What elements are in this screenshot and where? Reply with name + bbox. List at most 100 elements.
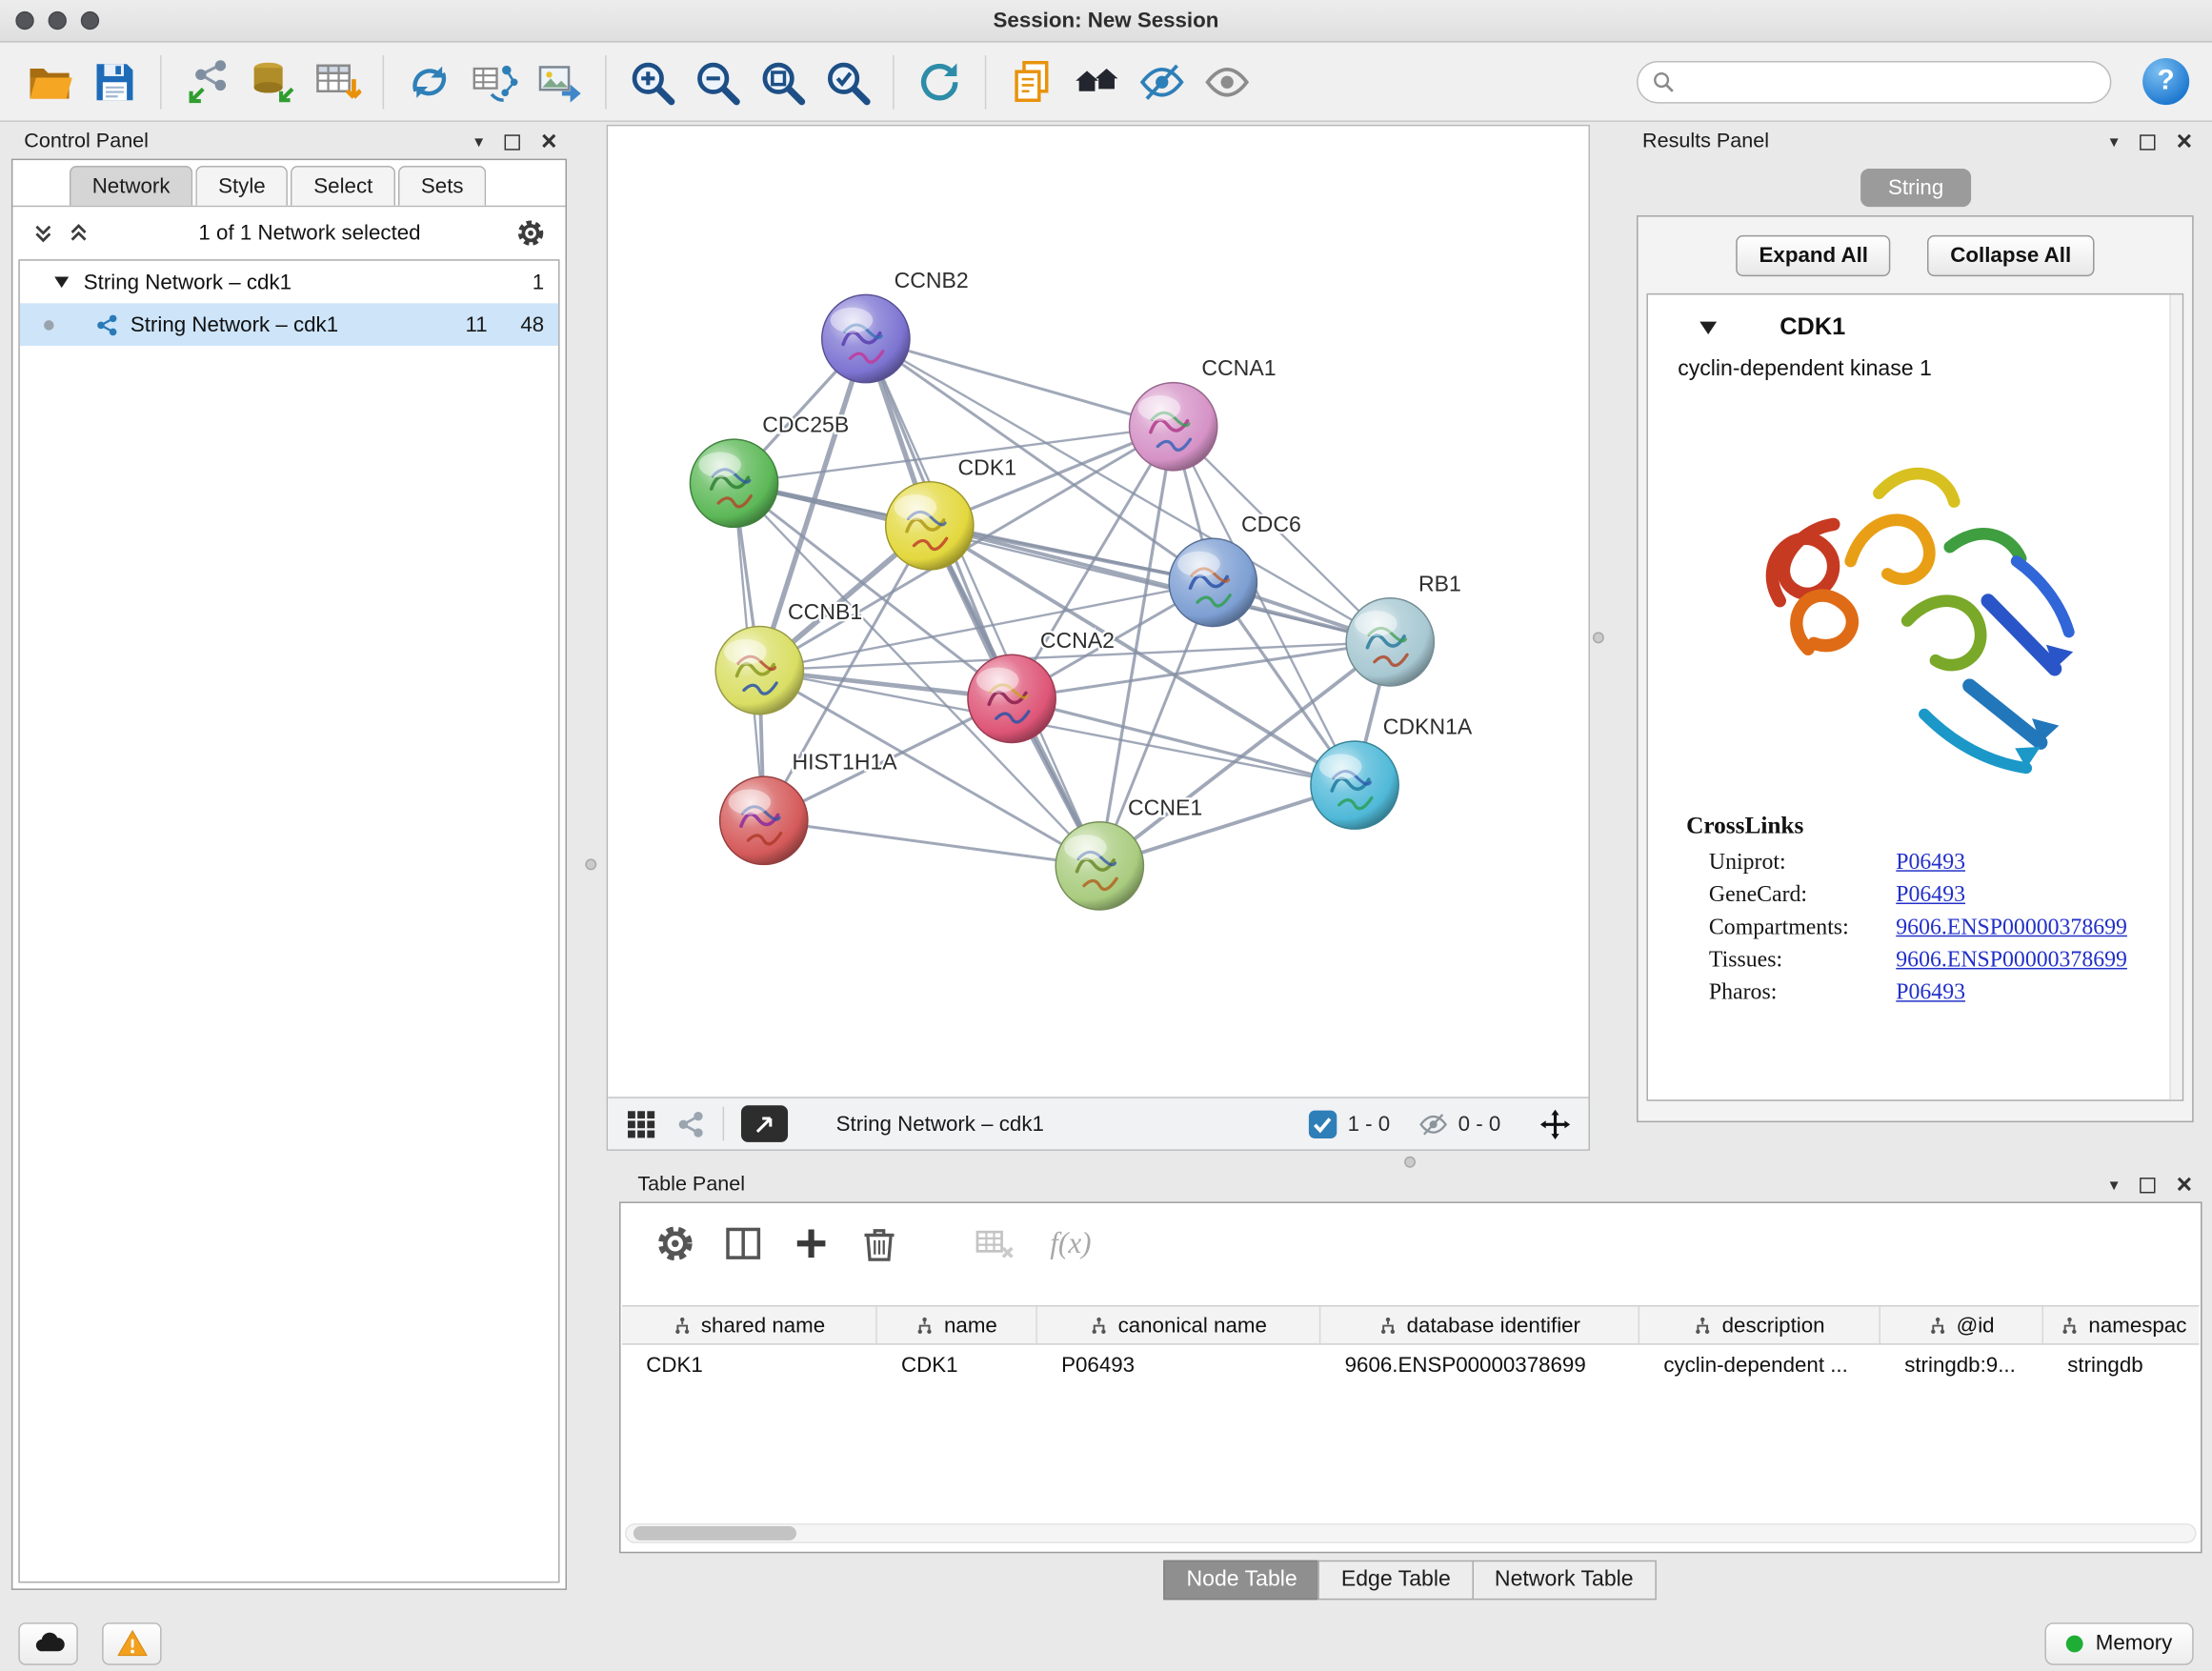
collapse-section-icon[interactable]: [1699, 319, 1718, 334]
edge-CCNB2-CCNA1[interactable]: [866, 339, 1174, 427]
panel-close-icon[interactable]: ×: [2177, 1171, 2193, 1198]
search-input[interactable]: [1685, 70, 2096, 93]
expand-all-networks-icon[interactable]: [68, 222, 89, 243]
network-node-CCNE1[interactable]: CCNE1: [1056, 795, 1202, 910]
warnings-button[interactable]: [102, 1621, 161, 1664]
tab-string[interactable]: String: [1861, 169, 1971, 207]
network-canvas[interactable]: CCNB2CCNA1CDC25BCDK1CDC6RB1CCNB1CCNA2CDK…: [608, 126, 1588, 1097]
tab-network-table[interactable]: Network Table: [1472, 1560, 1656, 1601]
delete-table-button[interactable]: [974, 1222, 1015, 1263]
open-file-icon: [26, 57, 74, 106]
show-columns-button[interactable]: [723, 1222, 764, 1263]
panel-close-icon[interactable]: ×: [2177, 129, 2193, 155]
panel-menu-icon[interactable]: ▾: [2110, 133, 2119, 151]
expand-all-button[interactable]: Expand All: [1737, 235, 1891, 276]
splitter-handle[interactable]: [585, 858, 596, 870]
column-header-name[interactable]: name: [877, 1306, 1037, 1343]
hidden-eye-icon[interactable]: [1418, 1109, 1448, 1138]
panel-float-icon[interactable]: [2140, 1177, 2155, 1192]
panel-menu-icon[interactable]: ▾: [2110, 1177, 2119, 1194]
collapse-all-button[interactable]: Collapse All: [1927, 235, 2094, 276]
open-file-button[interactable]: [17, 49, 82, 113]
tree-expander-icon[interactable]: [54, 275, 70, 290]
crosslink-row: Uniprot:P06493: [1648, 843, 2182, 876]
column-header-database-identifier[interactable]: database identifier: [1320, 1306, 1639, 1343]
tab-select[interactable]: Select: [291, 166, 395, 206]
help-button[interactable]: ?: [2142, 58, 2189, 105]
clone-network-button[interactable]: [397, 49, 462, 113]
delete-column-button[interactable]: [858, 1222, 899, 1263]
column-header-canonical-name[interactable]: canonical name: [1037, 1306, 1321, 1343]
table-header-row: shared namenamecanonical namedatabase id…: [622, 1306, 2200, 1344]
show-grid-button[interactable]: [626, 1109, 655, 1138]
network-node-CDK1[interactable]: CDK1: [886, 454, 1016, 570]
table-row[interactable]: CDK1CDK1P064939606.ENSP00000378699cyclin…: [622, 1345, 2200, 1385]
home-view-button[interactable]: [1064, 49, 1129, 113]
scrollbar-thumb[interactable]: [633, 1526, 796, 1540]
network-options-button[interactable]: [515, 217, 545, 247]
edge-CCNB2-CCNE1[interactable]: [866, 339, 1099, 866]
function-builder-button[interactable]: f(x): [1050, 1225, 1091, 1260]
refresh-view-button[interactable]: [907, 49, 972, 113]
network-collection-row[interactable]: String Network – cdk1 1: [20, 261, 558, 304]
network-node-CDKN1A[interactable]: CDKN1A: [1311, 715, 1473, 830]
network-node-RB1[interactable]: RB1: [1346, 571, 1461, 686]
window-zoom-button[interactable]: [81, 11, 99, 30]
import-network-database-button[interactable]: [239, 49, 304, 113]
crosslink-value-link[interactable]: 9606.ENSP00000378699: [1896, 948, 2127, 974]
tab-sets[interactable]: Sets: [398, 166, 486, 206]
network-node-CCNA1[interactable]: CCNA1: [1130, 355, 1277, 471]
column-header-namespac[interactable]: namespac: [2043, 1306, 2200, 1343]
import-network-file-button[interactable]: [174, 49, 239, 113]
zoom-selected-button[interactable]: [814, 49, 879, 113]
panel-float-icon[interactable]: [504, 134, 519, 150]
tab-node-table[interactable]: Node Table: [1164, 1560, 1320, 1601]
network-node-CCNB1[interactable]: CCNB1: [715, 599, 862, 715]
results-scrollbar[interactable]: [2169, 294, 2182, 1099]
column-header--id[interactable]: @id: [1880, 1306, 2043, 1343]
crosslink-value-link[interactable]: 9606.ENSP00000378699: [1896, 916, 2127, 941]
export-image-button[interactable]: [527, 49, 592, 113]
table-settings-button[interactable]: [654, 1222, 695, 1263]
network-row[interactable]: String Network – cdk1 11 48: [20, 303, 558, 346]
column-header-description[interactable]: description: [1639, 1306, 1880, 1343]
save-session-button[interactable]: [82, 49, 147, 113]
tab-edge-table[interactable]: Edge Table: [1318, 1560, 1474, 1601]
splitter-handle[interactable]: [1404, 1157, 1416, 1168]
main-toolbar: ?: [0, 43, 2212, 122]
window-minimize-button[interactable]: [49, 11, 67, 30]
tab-style[interactable]: Style: [195, 166, 288, 206]
collapse-all-networks-icon[interactable]: [32, 222, 53, 243]
table-horizontal-scrollbar[interactable]: [625, 1523, 2197, 1543]
cloud-status-button[interactable]: [18, 1621, 77, 1664]
search-box[interactable]: [1637, 60, 2111, 103]
zoom-out-button[interactable]: [684, 49, 749, 113]
birdseye-view-button[interactable]: [741, 1105, 788, 1142]
network-overview-button[interactable]: [676, 1109, 706, 1138]
crosslink-value-link[interactable]: P06493: [1896, 883, 1965, 909]
network-node-CCNB2[interactable]: CCNB2: [822, 268, 969, 383]
add-column-button[interactable]: [791, 1222, 832, 1263]
panel-close-icon[interactable]: ×: [541, 129, 557, 155]
panel-float-icon[interactable]: [2140, 134, 2155, 150]
column-header-shared-name[interactable]: shared name: [622, 1306, 877, 1343]
network-from-table-button[interactable]: [462, 49, 527, 113]
window-close-button[interactable]: [15, 11, 33, 30]
hide-glasses-button[interactable]: [1130, 49, 1195, 113]
pan-mode-button[interactable]: [1540, 1109, 1570, 1138]
zoom-in-button[interactable]: [619, 49, 684, 113]
selected-checkbox-icon[interactable]: [1308, 1109, 1337, 1138]
crosslink-value-link[interactable]: P06493: [1896, 980, 1965, 1006]
splitter-handle[interactable]: [1593, 632, 1604, 643]
import-table-file-button[interactable]: [305, 49, 370, 113]
show-eye-button[interactable]: [1195, 49, 1259, 113]
edge-HIST1H1A-CCNE1[interactable]: [764, 820, 1100, 866]
crosslink-value-link[interactable]: P06493: [1896, 851, 1965, 876]
memory-button[interactable]: Memory: [2044, 1621, 2193, 1664]
zoom-fit-button[interactable]: [750, 49, 814, 113]
panel-menu-icon[interactable]: ▾: [474, 133, 483, 151]
tab-network[interactable]: Network: [70, 166, 192, 206]
network-node-CDC6[interactable]: CDC6: [1169, 512, 1301, 627]
copy-document-button[interactable]: [999, 49, 1064, 113]
network-node-HIST1H1A[interactable]: HIST1H1A: [720, 750, 898, 865]
